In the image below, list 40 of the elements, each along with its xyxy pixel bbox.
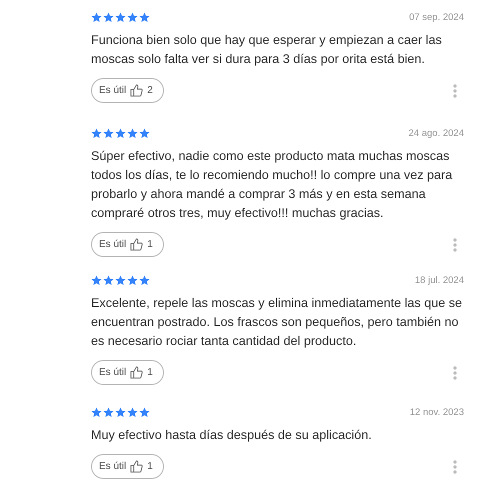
- star-icon: [127, 406, 138, 418]
- helpful-button[interactable]: Es útil 1: [91, 232, 164, 257]
- star-icon: [127, 128, 138, 138]
- star-icon: [91, 406, 102, 418]
- review-text: Excelente, repele las moscas y elimina inmediatamente las que se encuentran postrado. Los frascos son pequeños, pero también no es necesario rociar tanta cantidad del producto.: [91, 295, 464, 350]
- review-date: 07 sep. 2024: [409, 12, 464, 22]
- helpful-button[interactable]: Es útil 1: [91, 454, 164, 479]
- star-icon: [115, 12, 126, 22]
- star-icon: [91, 274, 102, 286]
- star-icon: [115, 274, 126, 286]
- review-date: 18 jul. 2024: [414, 274, 464, 286]
- thumbs-up-icon: [130, 238, 144, 251]
- star-icon: [103, 128, 114, 138]
- more-options-icon[interactable]: [453, 238, 457, 252]
- review-text: Muy efectivo hasta días después de su aplicación.: [91, 427, 373, 444]
- review-text: Súper efectivo, nadie como este producto mata muchas moscas todos los días, te lo recomiendo mucho!! lo compre una vez para probarlo y ahora mandé a comprar 3 más y en esta semana compraré otros tres, muy efectivo!!! muchas gracias.: [91, 148, 454, 222]
- thumbs-up-icon: [130, 84, 144, 97]
- thumbs-up-icon: [130, 366, 144, 379]
- star-icon: [115, 406, 126, 418]
- star-icon: [139, 406, 150, 418]
- review-date: 12 nov. 2023: [410, 406, 464, 418]
- star-icon: [115, 128, 126, 138]
- star-icon: [139, 128, 150, 138]
- star-icon: [103, 12, 114, 22]
- review-text: Funciona bien solo que hay que esperar y empiezan a caer las moscas solo falta ver si dura para 3 días por orita está bien.: [91, 32, 443, 68]
- star-icon: [91, 128, 102, 138]
- more-options-icon[interactable]: [453, 460, 457, 474]
- star-icon: [91, 12, 102, 22]
- thumbs-up-icon: [130, 460, 144, 473]
- star-icon: [103, 274, 114, 286]
- helpful-button[interactable]: Es útil 1: [91, 360, 164, 385]
- star-icon: [127, 12, 138, 22]
- more-options-icon[interactable]: [453, 84, 457, 98]
- review-date: 24 ago. 2024: [408, 128, 464, 138]
- star-icon: [139, 274, 150, 286]
- more-options-icon[interactable]: [453, 366, 457, 380]
- helpful-button[interactable]: Es útil 2: [91, 78, 164, 103]
- star-icon: [103, 406, 114, 418]
- star-icon: [127, 274, 138, 286]
- star-icon: [139, 12, 150, 22]
